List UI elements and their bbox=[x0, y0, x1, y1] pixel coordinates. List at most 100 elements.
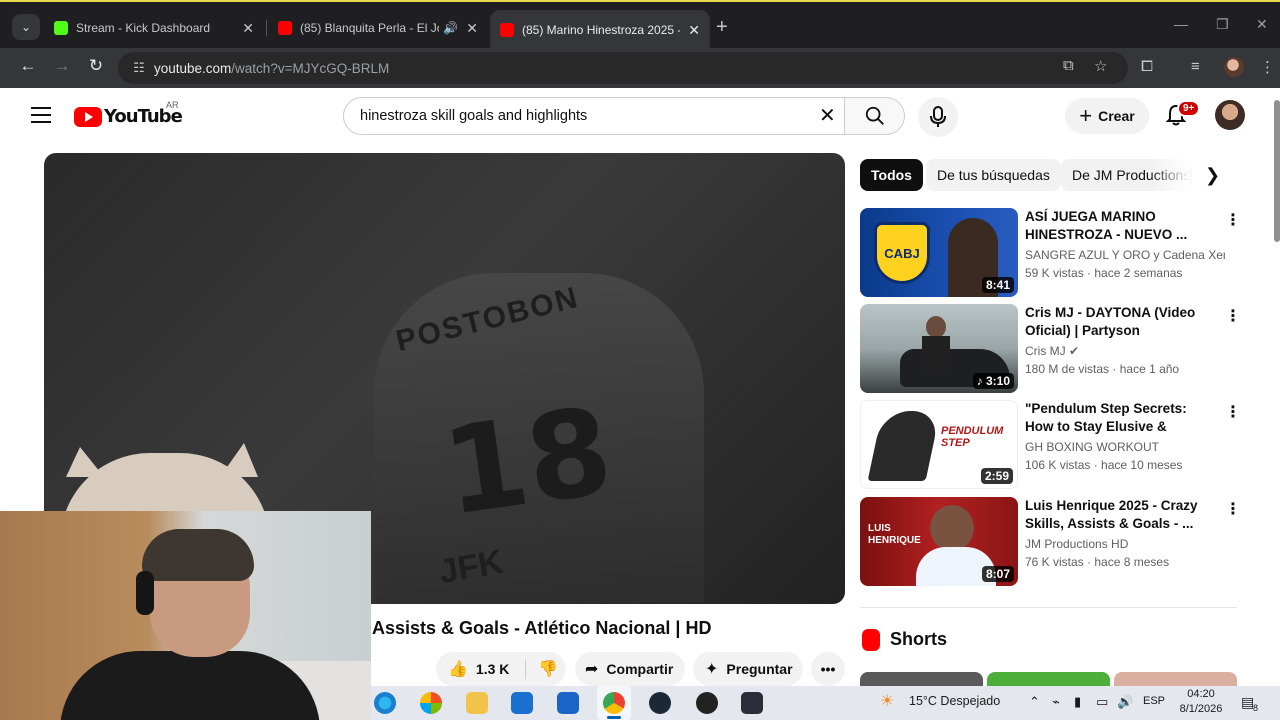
account-avatar[interactable] bbox=[1215, 100, 1245, 130]
recommendation-item[interactable]: PENDULUM STEP 2:59 "Pendulum Step Secret… bbox=[860, 400, 1241, 490]
network-icon[interactable]: ▭ bbox=[1096, 694, 1108, 710]
search-icon bbox=[865, 106, 884, 125]
view-count: 76 K vistas bbox=[1025, 555, 1084, 569]
page-scrollbar[interactable] bbox=[1274, 100, 1280, 242]
weather-sun-icon[interactable]: ☀ bbox=[880, 691, 894, 711]
reload-icon[interactable]: ↻ bbox=[84, 56, 108, 76]
minimize-icon[interactable]: — bbox=[1174, 16, 1188, 32]
short-thumbnail[interactable] bbox=[860, 672, 983, 686]
short-thumbnail[interactable] bbox=[1114, 672, 1237, 686]
copilot-icon[interactable] bbox=[420, 692, 442, 714]
person-body bbox=[922, 336, 950, 370]
more-vertical-icon[interactable]: ⋮ bbox=[1225, 306, 1241, 326]
view-count: 180 M de vistas bbox=[1025, 362, 1110, 376]
more-vertical-icon[interactable]: ⋮ bbox=[1225, 499, 1241, 519]
obs-icon[interactable] bbox=[696, 692, 718, 714]
youtube-logo[interactable]: YouTube AR bbox=[74, 100, 183, 127]
video-title: Luis Henrique 2025 - Crazy Skills, Assis… bbox=[1025, 498, 1198, 531]
cabj-crest: CABJ bbox=[874, 222, 930, 284]
extensions-icon[interactable]: ⧠ bbox=[1141, 58, 1153, 75]
share-label: Compartir bbox=[606, 661, 674, 677]
edge-icon[interactable] bbox=[374, 692, 396, 714]
upload-age: hace 2 semanas bbox=[1094, 266, 1183, 280]
language-indicator[interactable]: ESP bbox=[1143, 695, 1165, 707]
search-input[interactable]: hinestroza skill goals and highlights bbox=[343, 97, 845, 135]
notifications-badge: 9+ bbox=[1177, 100, 1201, 117]
restore-icon[interactable]: ❐ bbox=[1216, 16, 1229, 33]
volume-icon[interactable]: 🔊 bbox=[1117, 694, 1133, 710]
channel-name[interactable]: SANGRE AZUL Y ORO y Cadena Xeneize bbox=[1025, 248, 1225, 262]
recommendation-item[interactable]: LUIS HENRIQUE 8:07 Luis Henrique 2025 - … bbox=[860, 497, 1241, 587]
chevron-right-icon[interactable]: ❯ bbox=[1205, 165, 1220, 186]
chip-all[interactable]: Todos bbox=[860, 159, 923, 191]
back-icon[interactable]: ← bbox=[16, 56, 40, 76]
tab-separator bbox=[266, 20, 267, 36]
notification-count: 8 bbox=[1253, 703, 1259, 713]
more-vertical-icon[interactable]: ⋮ bbox=[1225, 210, 1241, 230]
chevron-up-icon[interactable]: ⌃ bbox=[1029, 694, 1040, 710]
channel-name[interactable]: GH BOXING WORKOUT bbox=[1025, 440, 1225, 454]
close-icon[interactable]: ✕ bbox=[466, 20, 478, 37]
system-clock[interactable]: 04:20 8/1/2026 bbox=[1171, 687, 1231, 717]
dislike-button[interactable]: 👎 bbox=[526, 659, 566, 679]
steam-icon[interactable] bbox=[649, 692, 671, 714]
more-vertical-icon[interactable]: ⋮ bbox=[1225, 402, 1241, 422]
tab-blanquita-perla[interactable]: (85) Blanquita Perla - El Jorge 🔊 ✕ bbox=[268, 12, 488, 44]
recommendation-item[interactable]: ♪ 3:10 Cris MJ - DAYTONA (Video Oficial)… bbox=[860, 304, 1241, 394]
voice-search-button[interactable] bbox=[918, 97, 958, 137]
weather-widget[interactable]: 15°C Despejado bbox=[909, 694, 1000, 708]
app-icon[interactable] bbox=[741, 692, 763, 714]
short-thumbnail[interactable] bbox=[987, 672, 1110, 686]
browser-profile-avatar[interactable] bbox=[1224, 57, 1244, 77]
tab-kick-dashboard[interactable]: Stream - Kick Dashboard ✕ bbox=[44, 12, 264, 44]
youtube-header: YouTube AR hinestroza skill goals and hi… bbox=[0, 88, 1280, 144]
view-count: 59 K vistas bbox=[1025, 266, 1084, 280]
media-control-icon[interactable]: ≡ bbox=[1191, 58, 1200, 75]
file-explorer-icon[interactable] bbox=[466, 692, 488, 714]
clear-search-icon[interactable]: ✕ bbox=[819, 103, 836, 128]
store-icon[interactable] bbox=[511, 692, 533, 714]
more-actions-button[interactable]: ••• bbox=[811, 652, 845, 686]
ask-button[interactable]: ✦ Preguntar bbox=[693, 652, 803, 686]
browser-menu-icon[interactable]: ⋮ bbox=[1260, 58, 1275, 76]
new-tab-icon[interactable]: + bbox=[716, 16, 728, 39]
outlook-icon[interactable] bbox=[557, 692, 579, 714]
recommendation-item[interactable]: CABJ 8:41 ASÍ JUEGA MARINO HINESTROZA - … bbox=[860, 208, 1241, 298]
create-button[interactable]: + Crear bbox=[1065, 98, 1149, 134]
chip-from-searches[interactable]: De tus búsquedas bbox=[926, 159, 1061, 191]
forward-icon[interactable]: → bbox=[50, 56, 74, 76]
video-duration: 2:59 bbox=[980, 468, 1013, 484]
video-thumbnail[interactable]: LUIS HENRIQUE 8:07 bbox=[860, 497, 1018, 586]
channel-name[interactable]: Cris MJ ✔ bbox=[1025, 344, 1225, 358]
webcam-person-hair bbox=[142, 529, 254, 581]
like-button[interactable]: 👍 1.3 K bbox=[436, 659, 526, 679]
video-duration: 8:41 bbox=[981, 277, 1014, 293]
microphone-tray-icon[interactable]: ▮ bbox=[1074, 694, 1081, 710]
tab-marino-hinestroza[interactable]: (85) Marino Hinestroza 2025 - C ✕ bbox=[490, 10, 710, 50]
player-head bbox=[930, 505, 974, 551]
clock-time: 04:20 bbox=[1187, 688, 1215, 700]
region-code: AR bbox=[166, 100, 179, 110]
close-icon[interactable]: ✕ bbox=[242, 20, 254, 37]
close-icon[interactable]: ✕ bbox=[688, 22, 700, 39]
window-close-icon[interactable]: ✕ bbox=[1256, 16, 1268, 33]
address-bar[interactable]: ☷ youtube.com/watch?v=MJYcGQ-BRLM bbox=[118, 52, 1128, 84]
webcam-headset bbox=[136, 571, 154, 615]
boxer-figure bbox=[867, 411, 941, 481]
site-info-icon[interactable]: ☷ bbox=[124, 60, 154, 76]
share-button[interactable]: ➦ Compartir bbox=[575, 652, 685, 686]
bookmark-star-icon[interactable]: ☆ bbox=[1094, 57, 1107, 75]
video-thumbnail[interactable]: CABJ 8:41 bbox=[860, 208, 1018, 297]
upload-age: hace 8 meses bbox=[1094, 555, 1170, 569]
speaker-icon[interactable]: 🔊 bbox=[443, 21, 458, 35]
usb-icon[interactable]: ⌁ bbox=[1052, 694, 1060, 710]
menu-hamburger-icon[interactable] bbox=[31, 107, 51, 128]
install-app-icon[interactable]: ⧉ bbox=[1063, 57, 1074, 74]
channel-name[interactable]: JM Productions HD bbox=[1025, 537, 1225, 551]
tab-search-button[interactable]: ⌄ bbox=[12, 14, 40, 40]
video-thumbnail[interactable]: PENDULUM STEP 2:59 bbox=[860, 400, 1018, 489]
search-button[interactable] bbox=[845, 97, 905, 135]
video-duration: ♪ 3:10 bbox=[972, 373, 1014, 389]
chrome-icon[interactable] bbox=[603, 692, 625, 714]
video-thumbnail[interactable]: ♪ 3:10 bbox=[860, 304, 1018, 393]
